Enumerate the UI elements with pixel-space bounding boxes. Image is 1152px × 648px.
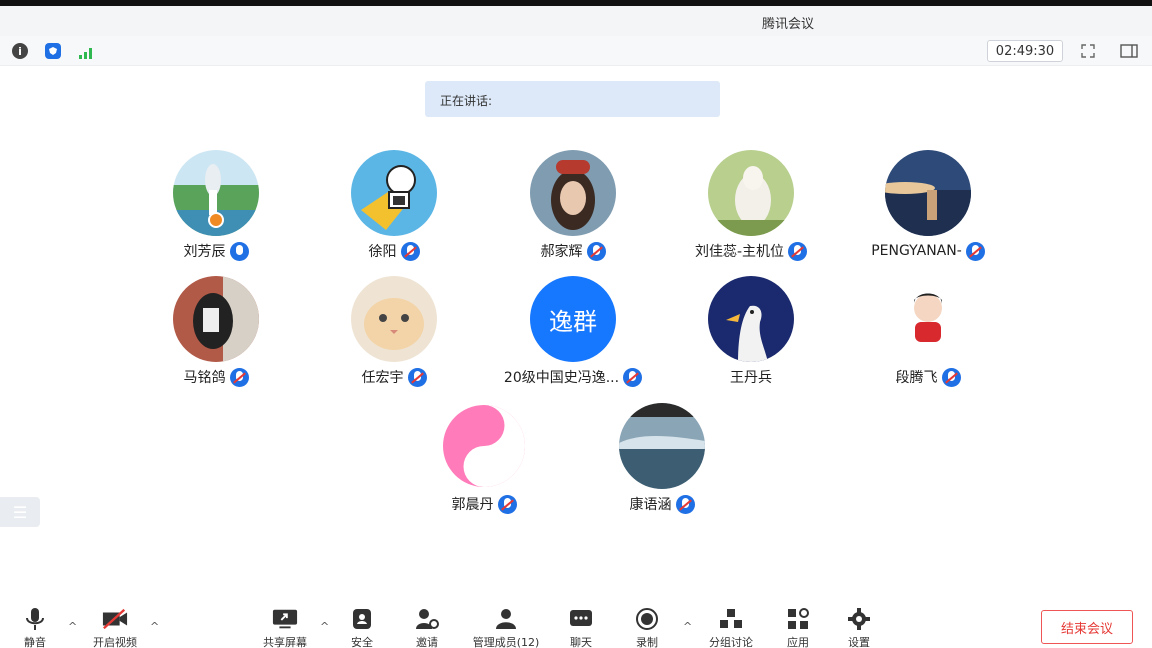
avatar xyxy=(351,150,437,236)
participant-tile[interactable]: 刘佳蕊-主机位 xyxy=(666,150,836,261)
start-video-button[interactable]: 开启视频 xyxy=(80,600,150,648)
record-icon xyxy=(634,606,660,632)
record-options-caret[interactable]: ^ xyxy=(683,620,692,633)
video-options-caret[interactable]: ^ xyxy=(150,620,159,633)
settings-icon xyxy=(846,606,872,632)
chat-icon xyxy=(568,606,594,632)
list-icon: ☰ xyxy=(12,502,28,522)
mic-options-caret[interactable]: ^ xyxy=(68,620,77,633)
info-icon[interactable]: i xyxy=(12,43,28,59)
security-button[interactable]: 安全 xyxy=(327,600,397,648)
participant-name: 王丹兵 xyxy=(730,370,772,386)
avatar xyxy=(530,150,616,236)
participant-tile[interactable]: 逸群 20级中国史冯逸... xyxy=(488,276,658,387)
participant-name: 郝家辉 xyxy=(540,244,583,260)
participant-tile[interactable]: 郭晨丹 xyxy=(399,403,569,514)
participant-name: 任宏宇 xyxy=(361,370,404,386)
microphone-muted-icon xyxy=(965,241,985,261)
participant-tile[interactable]: 段腾飞 xyxy=(843,276,1013,387)
participant-name: 马铭鸽 xyxy=(183,370,226,386)
avatar xyxy=(708,276,794,362)
avatar xyxy=(441,403,527,489)
avatar: 逸群 xyxy=(530,276,616,362)
participant-tile[interactable]: 王丹兵 xyxy=(666,276,836,386)
microphone-icon xyxy=(22,606,48,632)
settings-button[interactable]: 设置 xyxy=(824,600,894,648)
participant-name: 20级中国史冯逸... xyxy=(503,370,620,386)
end-meeting-button[interactable]: 结束会议 xyxy=(1041,610,1133,644)
meeting-toolbar: 静音 ^ 开启视频 ^ 共享屏幕 ^ 安全 邀请 管理成员(12) 聊天 录制 … xyxy=(0,600,1152,648)
window-title: 腾讯会议 xyxy=(762,17,815,32)
participant-tile[interactable]: 任宏宇 xyxy=(309,276,479,387)
avatar xyxy=(173,276,259,362)
participant-name: 刘芳辰 xyxy=(183,244,226,260)
microphone-muted-icon xyxy=(623,367,643,387)
breakout-icon xyxy=(718,606,744,632)
meeting-timer: 02:49:30 xyxy=(987,40,1063,62)
participant-name: 郭晨丹 xyxy=(451,497,494,513)
avatar xyxy=(885,150,971,236)
participant-tile[interactable]: 康语涵 xyxy=(577,403,747,514)
share-screen-icon xyxy=(272,606,298,632)
participant-name: 徐阳 xyxy=(368,244,397,260)
avatar-initials: 逸群 xyxy=(549,307,597,336)
avatar xyxy=(351,276,437,362)
microphone-muted-icon xyxy=(407,367,427,387)
participant-tile[interactable]: 徐阳 xyxy=(309,150,479,261)
participant-name: 康语涵 xyxy=(629,497,672,513)
microphone-muted-icon xyxy=(675,494,695,514)
avatar xyxy=(708,150,794,236)
member-list-toggle-button[interactable]: ☰ xyxy=(0,497,40,527)
apps-icon xyxy=(785,606,811,632)
signal-icon[interactable] xyxy=(78,45,94,59)
participant-name: 段腾飞 xyxy=(895,370,938,386)
microphone-muted-icon xyxy=(229,367,249,387)
participant-tile[interactable]: 郝家辉 xyxy=(488,150,658,261)
apps-button[interactable]: 应用 xyxy=(763,600,833,648)
layout-icon[interactable] xyxy=(1120,43,1138,59)
video-off-icon xyxy=(102,606,128,632)
microphone-muted-icon xyxy=(586,241,606,261)
invite-button[interactable]: 邀请 xyxy=(392,600,462,648)
mute-button[interactable]: 静音 xyxy=(0,600,70,648)
participant-tile[interactable]: 刘芳辰 xyxy=(131,150,301,261)
speaking-indicator: 正在讲话: xyxy=(425,81,720,117)
participant-tile[interactable]: 马铭鸽 xyxy=(131,276,301,387)
security-icon xyxy=(349,606,375,632)
avatar xyxy=(885,276,971,362)
manage-members-button[interactable]: 管理成员(12) xyxy=(469,600,543,648)
meeting-info-bar: i 02:49:30 xyxy=(0,36,1152,66)
breakout-rooms-button[interactable]: 分组讨论 xyxy=(696,600,766,648)
participant-name: 刘佳蕊-主机位 xyxy=(694,244,785,260)
title-bar: 腾讯会议 xyxy=(0,6,1152,36)
participant-name: PENGYANAN- xyxy=(871,243,962,259)
microphone-muted-icon xyxy=(788,241,808,261)
avatar xyxy=(619,403,705,489)
microphone-on-icon xyxy=(229,241,249,261)
microphone-muted-icon xyxy=(400,241,420,261)
host-badge-icon xyxy=(208,212,224,228)
share-screen-button[interactable]: 共享屏幕 xyxy=(250,600,320,648)
shield-icon[interactable] xyxy=(45,43,61,59)
chat-button[interactable]: 聊天 xyxy=(546,600,616,648)
microphone-muted-icon xyxy=(497,494,517,514)
members-icon xyxy=(493,606,519,632)
invite-icon xyxy=(414,606,440,632)
participant-tile[interactable]: PENGYANAN- xyxy=(843,150,1013,261)
fullscreen-icon[interactable] xyxy=(1080,43,1096,59)
record-button[interactable]: 录制 xyxy=(612,600,682,648)
microphone-muted-icon xyxy=(941,367,961,387)
